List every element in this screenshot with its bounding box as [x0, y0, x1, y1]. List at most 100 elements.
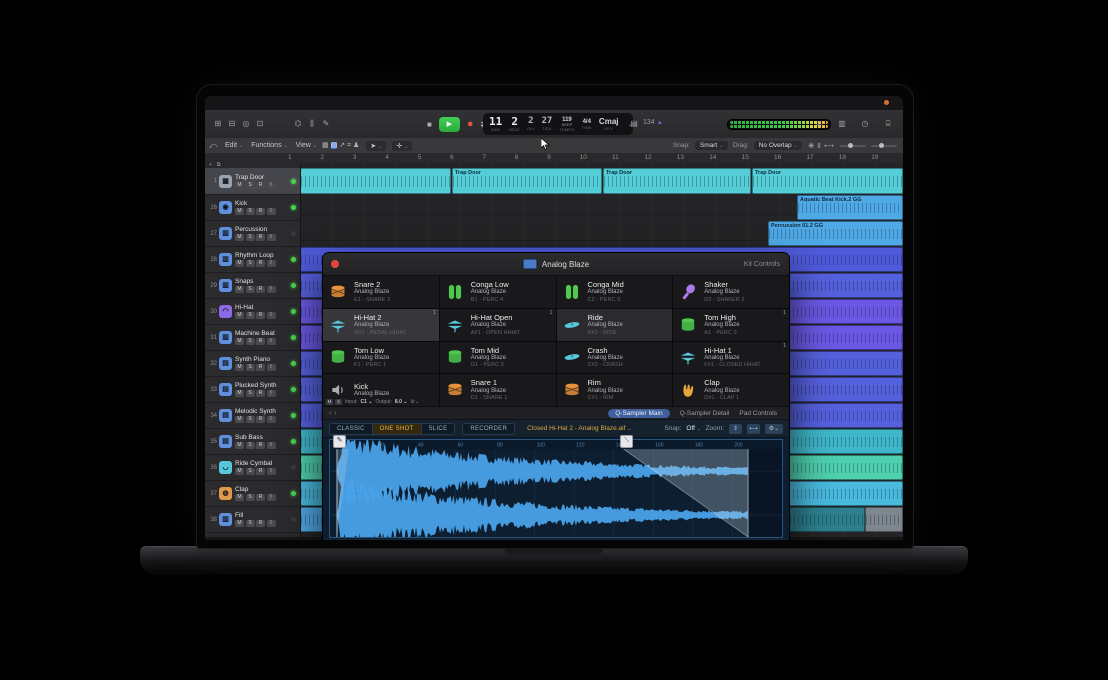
track-button-r[interactable]: R: [256, 260, 265, 267]
drum-pad[interactable]: Tom MidAnalog BlazeG1 - PERC 2: [440, 342, 556, 374]
vertical-waveform-zoom-icon[interactable]: ⇕: [729, 424, 742, 434]
track-button-s[interactable]: S: [246, 442, 255, 449]
track-button-s[interactable]: S: [246, 390, 255, 397]
track-button-s[interactable]: S: [246, 286, 255, 293]
track-row[interactable]: 30◠Hi-HatMSRI: [205, 299, 300, 325]
track-button-i[interactable]: I: [267, 234, 276, 241]
track-button-i[interactable]: I: [267, 286, 276, 293]
back-icon[interactable]: ⤺: [205, 141, 221, 151]
horizontal-zoom-slider[interactable]: [871, 145, 897, 147]
list-editors-icon[interactable]: ≣: [812, 110, 826, 138]
track-button-i[interactable]: I: [267, 390, 276, 397]
track-button-s[interactable]: S: [246, 364, 255, 371]
drum-pad[interactable]: Hi-Hat 1Analog BlazeF#1 - CLOSED HIHAT1: [673, 342, 789, 374]
track-button-i[interactable]: I: [267, 208, 276, 215]
track-button-i[interactable]: I: [267, 182, 276, 189]
arrange-region[interactable]: Trap Door: [452, 168, 602, 194]
track-button-m[interactable]: M: [235, 468, 244, 475]
track-button-s[interactable]: S: [246, 520, 255, 527]
horizontal-zoom-icon[interactable]: ⟷: [824, 143, 834, 150]
menu-view[interactable]: View ⌄: [296, 142, 317, 149]
fade-in-pencil-handle[interactable]: ✎: [333, 435, 346, 448]
catch-playhead-icon[interactable]: ❋: [808, 143, 814, 150]
loop-browser-icon[interactable]: ◷: [858, 110, 872, 138]
smart-controls-icon[interactable]: ⌬: [291, 110, 305, 138]
track-power-dot[interactable]: [291, 439, 296, 444]
arrange-region[interactable]: Trap Door: [752, 168, 903, 194]
gear-icon[interactable]: ⚙⌄: [765, 424, 783, 434]
track-button-s[interactable]: S: [246, 260, 255, 267]
track-button-m[interactable]: M: [235, 234, 244, 241]
tab-q-sampler-detail[interactable]: Q-Sampler Detail: [680, 410, 730, 417]
pad-solo-button[interactable]: S: [335, 399, 342, 405]
track-row[interactable]: 38▥FillMSRI: [205, 507, 300, 533]
track-power-dot[interactable]: [291, 179, 296, 184]
drum-pad[interactable]: Snare 1Analog BlazeD1 - SNARE 1: [440, 374, 556, 406]
track-button-r[interactable]: R: [256, 312, 265, 319]
fade-out-handle[interactable]: ⟍: [620, 435, 633, 448]
drum-pad[interactable]: ClapAnalog BlazeD#1 - CLAP 1: [673, 374, 789, 406]
quick-help-icon[interactable]: ◎: [239, 110, 253, 138]
track-button-i[interactable]: I: [267, 468, 276, 475]
library-icon[interactable]: ⊞: [211, 110, 225, 138]
pad-mute-button[interactable]: M: [326, 399, 333, 405]
drum-pad[interactable]: Conga LowAnalog BlazeB1 - PERC 4: [440, 276, 556, 308]
track-button-r[interactable]: R: [256, 494, 265, 501]
track-button-r[interactable]: R: [256, 442, 265, 449]
drum-pad[interactable]: RimAnalog BlazeC#1 - RIM: [557, 374, 673, 406]
menu-functions[interactable]: Functions ⌄: [251, 142, 288, 149]
drum-pad[interactable]: Tom HighAnalog BlazeA1 - PERC 31: [673, 309, 789, 341]
track-button-i[interactable]: I: [267, 494, 276, 501]
track-button-r[interactable]: R: [256, 182, 265, 189]
drum-pad[interactable]: KickAnalog BlazeMSInput:C1 ⌄Output:8.0 ⌄…: [323, 374, 439, 406]
track-button-m[interactable]: M: [235, 182, 244, 189]
track-button-r[interactable]: R: [256, 364, 265, 371]
track-button-s[interactable]: S: [246, 494, 255, 501]
track-power-dot[interactable]: [291, 283, 296, 288]
track-button-m[interactable]: M: [235, 416, 244, 423]
arrange-region[interactable]: [300, 168, 451, 194]
recorder-button[interactable]: RECORDER: [462, 423, 515, 435]
track-button-m[interactable]: M: [235, 364, 244, 371]
track-power-dot[interactable]: [291, 361, 296, 366]
drum-pad[interactable]: Tom LowAnalog BlazeF1 - PERC 1: [323, 342, 439, 374]
track-row[interactable]: 31▥Machine BeatMSRI: [205, 325, 300, 351]
mode-classic[interactable]: CLASSIC: [330, 424, 372, 434]
mode-slice[interactable]: SLICE: [421, 424, 455, 434]
automation-icon[interactable]: ↗: [339, 142, 345, 149]
next-bank-icon[interactable]: ›: [334, 410, 339, 417]
pad-output-value[interactable]: 8.0 ⌄: [395, 399, 408, 405]
arrange-region[interactable]: Trap Door: [603, 168, 751, 194]
kit-controls-label[interactable]: Kit Controls: [744, 261, 780, 268]
track-power-dot[interactable]: [291, 413, 296, 418]
track-button-r[interactable]: R: [256, 234, 265, 241]
track-power-dot[interactable]: [291, 465, 296, 470]
track-button-m[interactable]: M: [235, 260, 244, 267]
track-button-r[interactable]: R: [256, 468, 265, 475]
track-button-m[interactable]: M: [235, 390, 244, 397]
track-power-dot[interactable]: [291, 517, 296, 522]
stop-button[interactable]: ■: [427, 120, 432, 129]
waveform-display[interactable]: 020406080100120140160180200: [329, 439, 783, 538]
track-row[interactable]: 27▥PercussionMSRI: [205, 221, 300, 247]
track-button-s[interactable]: S: [246, 208, 255, 215]
track-button-s[interactable]: S: [246, 312, 255, 319]
tab-pad-controls[interactable]: Pad Controls: [739, 410, 777, 417]
track-row[interactable]: 32▤Synth PianoMSRI: [205, 351, 300, 377]
track-row[interactable]: 34▤Melodic SynthMSRI: [205, 403, 300, 429]
track-button-i[interactable]: I: [267, 312, 276, 319]
track-button-r[interactable]: R: [256, 390, 265, 397]
snap-select[interactable]: Smart ⌄: [695, 141, 728, 150]
track-row[interactable]: 29▥SnapsMSRI: [205, 273, 300, 299]
drum-pad[interactable]: Snare 2Analog BlazeE1 - SNARE 2: [323, 276, 439, 308]
note-pads-icon[interactable]: ▥: [835, 110, 849, 138]
drum-pad[interactable]: RideAnalog BlazeD#2 - RIDE: [557, 309, 673, 341]
plugin-titlebar[interactable]: Analog Blaze Kit Controls: [323, 253, 789, 276]
drum-pad[interactable]: Hi-Hat OpenAnalog BlazeA#1 - OPEN HIHAT1: [440, 309, 556, 341]
track-button-m[interactable]: M: [235, 208, 244, 215]
drag-select[interactable]: No Overlap ⌄: [754, 141, 802, 150]
drummer-icon[interactable]: ♟: [353, 142, 359, 149]
drum-pad[interactable]: CrashAnalog BlazeC#2 - CRASH: [557, 342, 673, 374]
sample-name-select[interactable]: Closed Hi-Hat 2 - Analog Blaze.aif ⌄: [527, 425, 631, 432]
tab-q-sampler-main[interactable]: Q-Sampler Main: [608, 409, 669, 418]
